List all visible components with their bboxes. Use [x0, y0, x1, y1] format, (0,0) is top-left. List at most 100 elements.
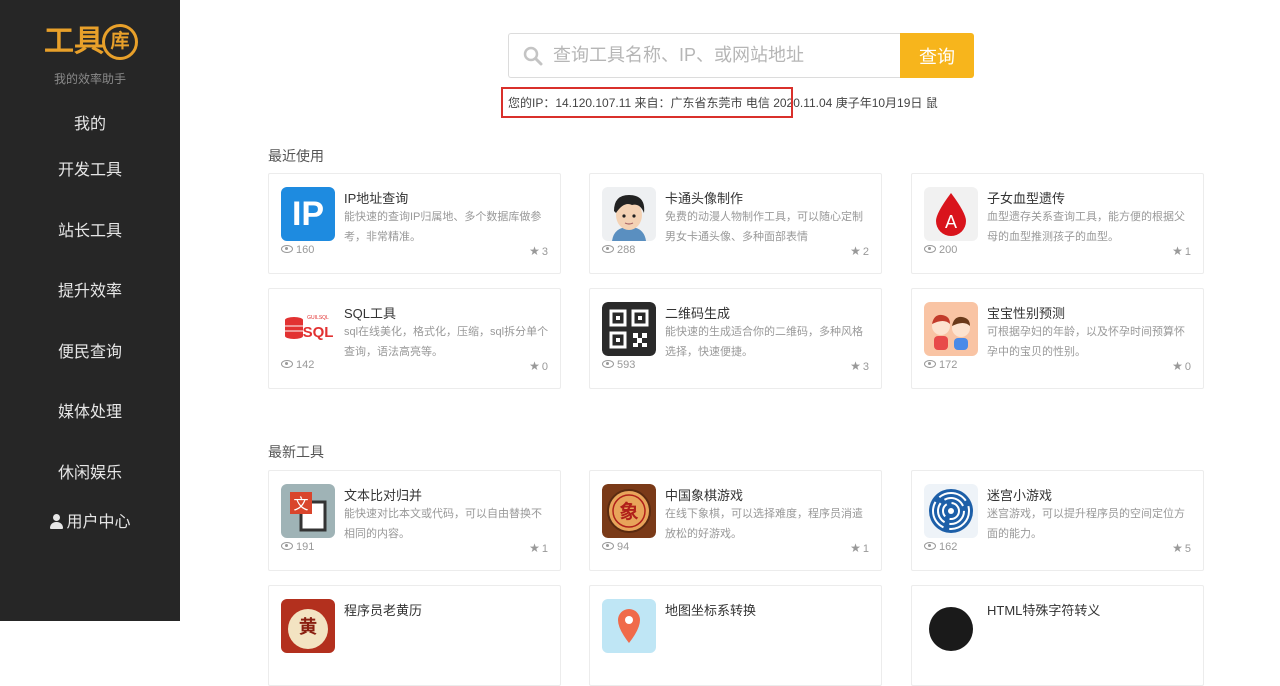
map-pin-icon: [602, 599, 656, 653]
favorite-count[interactable]: ★ 2: [850, 244, 869, 258]
eye-icon: [281, 542, 293, 550]
search-icon: [523, 46, 543, 66]
qr-code-icon: [602, 302, 656, 356]
tool-description: sql在线美化，格式化，压缩，sql拆分单个查询，语法高亮等。: [344, 326, 549, 358]
text-compare-icon: 文: [281, 484, 335, 538]
favorite-count[interactable]: ★ 0: [529, 359, 548, 373]
tool-name: 宝宝性别预测: [987, 306, 1066, 321]
view-count: 160: [281, 244, 314, 256]
view-count: 172: [924, 359, 957, 371]
favorite-count-value: 5: [1184, 543, 1191, 555]
sidebar: 工具 库 我的效率助手 我的 开发工具 站长工具 提升效率 便民查询 媒体处理 …: [0, 0, 180, 621]
chinese-chess-icon: 象: [602, 484, 656, 538]
tool-name: 二维码生成: [665, 306, 731, 321]
ip-icon: IP: [281, 187, 335, 241]
search-button[interactable]: 查询: [900, 33, 974, 78]
nav-item-mine[interactable]: 我的: [0, 110, 180, 134]
star-icon: ★: [850, 359, 861, 373]
view-count-value: 200: [939, 244, 958, 256]
favorite-count-value: 2: [862, 246, 869, 258]
eye-icon: [602, 245, 614, 253]
nav-item-efficiency[interactable]: 提升效率: [0, 277, 180, 301]
favorite-count-value: 1: [541, 543, 548, 555]
favorite-count[interactable]: ★ 1: [850, 541, 869, 555]
html-escape-icon: [924, 599, 978, 653]
tool-name: SQL工具: [344, 306, 397, 321]
nav-item-media[interactable]: 媒体处理: [0, 398, 180, 422]
ip-highlight-box: [501, 87, 793, 118]
view-count-value: 593: [617, 359, 636, 371]
favorite-count[interactable]: ★ 5: [1172, 541, 1191, 555]
tool-card[interactable]: 文 文本比对归并 能快速对比本文或代码，可以自由替换不相同的内容。 191 ★ 1: [268, 470, 561, 571]
tool-description: [344, 619, 550, 659]
tool-name: 迷宫小游戏: [987, 488, 1053, 503]
view-count: 94: [602, 541, 629, 553]
almanac-icon: 黄: [281, 599, 335, 653]
tool-description: 可根据孕妇的年龄，以及怀孕时间预算怀孕中的宝贝的性别。: [987, 326, 1185, 358]
tool-card[interactable]: IP IP地址查询能快速的查询IP归属地、多个数据库做参考，非常精准。 160 ★ 3: [268, 173, 561, 274]
star-icon: ★: [529, 359, 540, 373]
view-count: 593: [602, 359, 635, 371]
svg-text:A: A: [945, 212, 957, 232]
site-slogan: 我的效率助手: [53, 72, 126, 86]
tool-card[interactable]: 地图坐标系转换: [589, 585, 882, 686]
favorite-count-value: 1: [1184, 246, 1191, 258]
user-icon: [49, 514, 64, 529]
site-logo[interactable]: 工具 库: [44, 22, 138, 64]
tool-card[interactable]: 象 中国象棋游戏 在线下象棋，可以选择难度，程序员消遣放松的好游戏。 94 ★ 1: [589, 470, 882, 571]
tool-card[interactable]: 二维码生成 能快速的生成适合你的二维码，多种风格选择，快速便捷。 593 ★ 3: [589, 288, 882, 389]
favorite-count[interactable]: ★ 3: [529, 244, 548, 258]
view-count-value: 160: [296, 244, 315, 256]
tool-description: 血型遗存关系查询工具，能方便的根据父母的血型推测孩子的血型。: [987, 211, 1185, 243]
favorite-count[interactable]: ★ 1: [1172, 244, 1191, 258]
svg-text:象: 象: [619, 500, 638, 523]
eye-icon: [281, 360, 293, 368]
maze-icon: [924, 484, 978, 538]
eye-icon: [281, 245, 293, 253]
tool-name: HTML特殊字符转义: [987, 603, 1101, 618]
view-count: 162: [924, 541, 957, 553]
tool-name: IP地址查询: [344, 191, 409, 206]
nav-item-convenience-query[interactable]: 便民查询: [0, 338, 180, 362]
tool-description: 迷宫游戏，可以提升程序员的空间定位方面的能力。: [987, 508, 1185, 540]
view-count: 288: [602, 244, 635, 256]
nav-item-entertainment[interactable]: 休闲娱乐: [0, 459, 180, 483]
tool-name: 卡通头像制作: [665, 191, 744, 206]
star-icon: ★: [1172, 359, 1183, 373]
tool-card[interactable]: 黄 程序员老黄历: [268, 585, 561, 686]
view-count: 191: [281, 541, 314, 553]
svg-text:GUILSQL: GUILSQL: [307, 315, 329, 321]
nav-item-webmaster-tools[interactable]: 站长工具: [0, 217, 180, 241]
view-count-value: 94: [617, 541, 630, 553]
tool-description: 免费的动漫人物制作工具，可以随心定制男女卡通头像、多种面部表情: [665, 211, 863, 243]
eye-icon: [602, 360, 614, 368]
blood-drop-icon: A: [924, 187, 978, 241]
favorite-count[interactable]: ★ 0: [1172, 359, 1191, 373]
tool-name: 子女血型遗传: [987, 191, 1066, 206]
favorite-count[interactable]: ★ 3: [850, 359, 869, 373]
favorite-count-value: 0: [1184, 361, 1191, 373]
baby-icon: [924, 302, 978, 356]
favorite-count-value: 0: [541, 361, 548, 373]
favorite-count-value: 3: [862, 361, 869, 373]
eye-icon: [924, 542, 936, 550]
tool-card[interactable]: SQL GUILSQL SQL工具 sql在线美化，格式化，压缩，sql拆分单个查询…: [268, 288, 561, 389]
svg-text:SQL: SQL: [303, 324, 334, 341]
favorite-count[interactable]: ★ 1: [529, 541, 548, 555]
view-count: 142: [281, 359, 314, 371]
nav-item-user-center[interactable]: 用户中心: [0, 508, 180, 532]
tool-card[interactable]: A 子女血型遗传血型遗存关系查询工具，能方便的根据父母的血型推测孩子的血型。 200…: [911, 173, 1204, 274]
tool-name: 地图坐标系转换: [665, 603, 757, 618]
tool-card[interactable]: 迷宫小游戏迷宫游戏，可以提升程序员的空间定位方面的能力。 162 ★ 5: [911, 470, 1204, 571]
view-count-value: 162: [939, 541, 958, 553]
section-title-recent: 最近使用: [268, 148, 324, 164]
tool-card[interactable]: 卡通头像制作免费的动漫人物制作工具，可以随心定制男女卡通头像、多种面部表情 288…: [589, 173, 882, 274]
nav-item-dev-tools[interactable]: 开发工具: [0, 156, 180, 180]
view-count-value: 191: [296, 541, 315, 553]
tool-card[interactable]: HTML特殊字符转义: [911, 585, 1204, 686]
tool-card[interactable]: 宝宝性别预测可根据孕妇的年龄，以及怀孕时间预算怀孕中的宝贝的性别。 172 ★ 0: [911, 288, 1204, 389]
tool-name: 程序员老黄历: [344, 603, 423, 618]
search-input[interactable]: [553, 34, 893, 77]
star-icon: ★: [850, 244, 861, 258]
tool-description: 能快速的查询IP归属地、多个数据库做参考，非常精准。: [344, 211, 542, 243]
